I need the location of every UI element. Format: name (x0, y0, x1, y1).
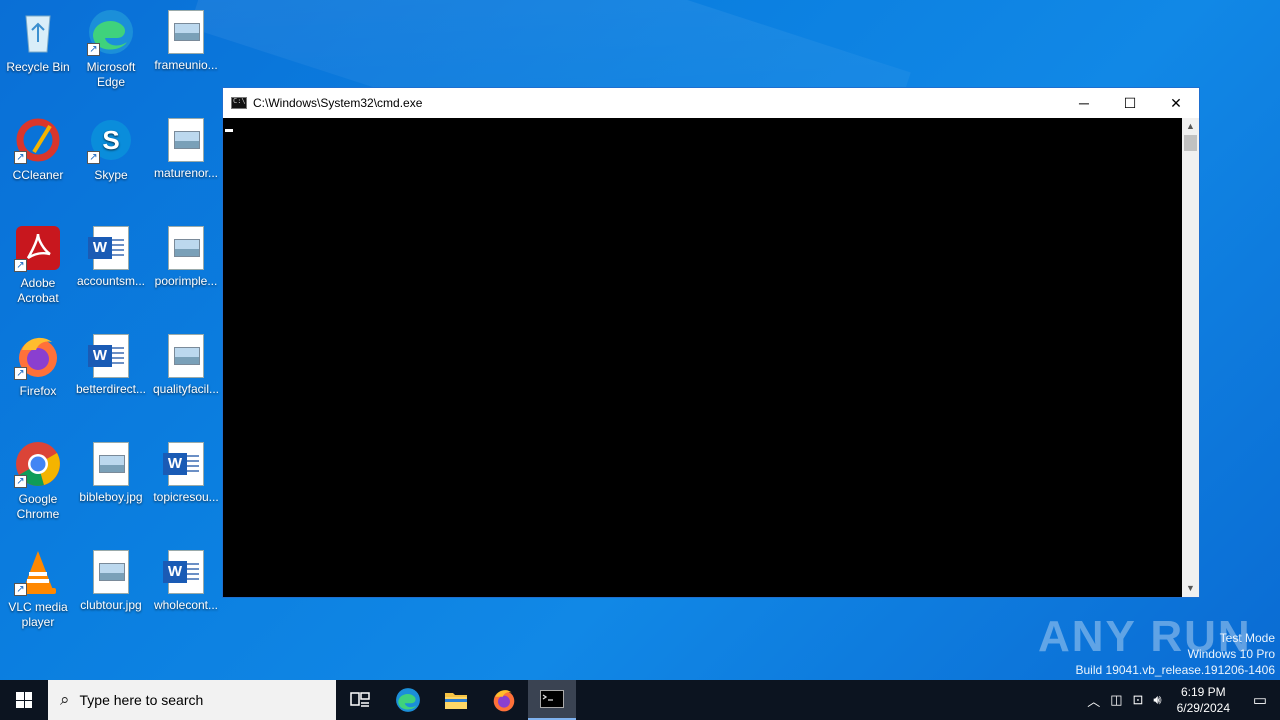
scroll-thumb[interactable] (1184, 135, 1197, 151)
icon-label: topicresou... (153, 490, 219, 504)
icon-label: accountsm... (76, 274, 146, 288)
start-button[interactable] (0, 680, 48, 720)
desktop-icon-adobe-acrobat[interactable]: ↗ Adobe Acrobat (0, 224, 76, 306)
icon-label: Adobe Acrobat (17, 276, 59, 305)
icon-label: Microsoft Edge (86, 60, 136, 89)
taskbar-firefox[interactable] (480, 680, 528, 720)
chrome-icon: ↗ (14, 440, 62, 488)
icon-label: clubtour.jpg (80, 598, 142, 612)
icon-label: VLC media player (8, 600, 68, 629)
window-titlebar[interactable]: C:\Windows\System32\cmd.exe ─ ☐ ✕ (223, 88, 1199, 118)
taskbar-edge[interactable] (384, 680, 432, 720)
meet-now-icon[interactable]: ◫ (1105, 692, 1127, 708)
taskbar-cmd[interactable] (528, 680, 576, 720)
icon-label: maturenor... (153, 166, 219, 180)
desktop-icon-vlc[interactable]: ↗ VLC media player (0, 548, 76, 630)
adobe-acrobat-icon: ↗ (14, 224, 62, 272)
search-box[interactable]: ⌕ Type here to search (48, 680, 336, 720)
icon-label: frameunio... (154, 58, 218, 72)
watermark-line: Test Mode (1219, 631, 1275, 645)
desktop-icon-firefox[interactable]: ↗ Firefox (0, 332, 76, 399)
clock[interactable]: 6:19 PM 6/29/2024 (1167, 684, 1240, 716)
taskbar-file-explorer[interactable] (432, 680, 480, 720)
volume-icon[interactable]: 🔊︎ (1148, 692, 1166, 708)
firefox-icon (493, 690, 515, 712)
clock-date: 6/29/2024 (1176, 701, 1230, 715)
word-document-icon: W (163, 550, 204, 594)
icon-label: Google Chrome (16, 492, 60, 521)
watermark-line: Build 19041.vb_release.191206-1406 (1075, 663, 1276, 677)
icon-label: Skype (94, 168, 128, 182)
desktop-icon-image-file[interactable]: poorimple... (148, 224, 224, 289)
vlc-icon: ↗ (14, 548, 62, 596)
ccleaner-icon: ↗ (14, 116, 62, 164)
desktop-icon-google-chrome[interactable]: ↗ Google Chrome (0, 440, 76, 522)
task-view-button[interactable] (336, 680, 384, 720)
cmd-window[interactable]: C:\Windows\System32\cmd.exe ─ ☐ ✕ ▲ ▼ (222, 87, 1200, 598)
word-document-icon: W (163, 442, 204, 486)
task-view-icon (350, 692, 370, 707)
icon-label: bibleboy.jpg (79, 490, 143, 504)
notification-icon[interactable]: ▭ (1240, 691, 1280, 709)
scroll-up-icon[interactable]: ▲ (1182, 118, 1199, 135)
edge-icon (396, 688, 420, 712)
window-title: C:\Windows\System32\cmd.exe (253, 96, 423, 110)
close-button[interactable]: ✕ (1153, 88, 1199, 118)
word-document-icon: W (88, 334, 129, 378)
icon-label: Recycle Bin (6, 60, 70, 74)
windows-logo-icon (16, 692, 32, 708)
network-icon[interactable]: ⊡ (1128, 692, 1149, 708)
desktop-icon-word-doc[interactable]: W wholecont... (148, 548, 224, 613)
icon-label: qualityfacil... (152, 382, 220, 396)
image-file-icon (168, 10, 204, 54)
image-file-icon (168, 226, 204, 270)
desktop-icon-image-file[interactable]: frameunio... (148, 8, 224, 73)
desktop-icon-image-file[interactable]: qualityfacil... (148, 332, 224, 397)
icon-label: wholecont... (153, 598, 219, 612)
image-file-icon (93, 550, 129, 594)
svg-text:S: S (102, 125, 119, 155)
clock-time: 6:19 PM (1180, 685, 1226, 699)
desktop-icon-word-doc[interactable]: W betterdirect... (73, 332, 149, 397)
desktop-icon-word-doc[interactable]: W accountsm... (73, 224, 149, 289)
desktop-icon-skype[interactable]: S ↗ Skype (73, 116, 149, 183)
chevron-up-icon[interactable]: ︿ (1082, 691, 1105, 710)
taskbar: ⌕ Type here to search ︿ ◫ ⊡ 🔊︎ 6:19 PM 6… (0, 680, 1280, 720)
folder-icon (445, 693, 467, 709)
cmd-app-icon[interactable] (231, 97, 247, 109)
search-icon: ⌕ (60, 690, 70, 709)
desktop-icon-image-file[interactable]: bibleboy.jpg (73, 440, 149, 505)
image-file-icon (168, 334, 204, 378)
recycle-bin-icon (14, 8, 62, 56)
firefox-icon: ↗ (14, 332, 62, 380)
desktop-icon-image-file[interactable]: maturenor... (148, 116, 224, 181)
system-tray: ︿ ◫ ⊡ 🔊︎ 6:19 PM 6/29/2024 ▭ (1082, 680, 1280, 720)
scroll-down-icon[interactable]: ▼ (1182, 580, 1199, 597)
desktop-icon-microsoft-edge[interactable]: ↗ Microsoft Edge (73, 8, 149, 90)
text-cursor (225, 129, 233, 132)
vertical-scrollbar[interactable]: ▲ ▼ (1182, 118, 1199, 597)
skype-icon: S ↗ (87, 116, 135, 164)
desktop-icon-image-file[interactable]: clubtour.jpg (73, 548, 149, 613)
image-file-icon (168, 118, 204, 162)
desktop-icon-word-doc[interactable]: W topicresou... (148, 440, 224, 505)
console-area[interactable] (223, 118, 1182, 597)
icon-label: poorimple... (154, 274, 218, 288)
icon-label: betterdirect... (75, 382, 147, 396)
desktop-icon-ccleaner[interactable]: ↗ CCleaner (0, 116, 76, 183)
edge-icon: ↗ (87, 8, 135, 56)
search-placeholder: Type here to search (79, 692, 204, 708)
cmd-icon (540, 690, 564, 708)
icon-label: CCleaner (12, 168, 64, 182)
maximize-button[interactable]: ☐ (1107, 88, 1153, 118)
minimize-button[interactable]: ─ (1061, 88, 1107, 118)
windows-watermark: Test Mode Windows 10 Pro Build 19041.vb_… (1076, 630, 1276, 678)
word-document-icon: W (88, 226, 129, 270)
icon-label: Firefox (19, 384, 57, 398)
watermark-line: Windows 10 Pro (1187, 647, 1275, 661)
desktop-icon-recycle-bin[interactable]: Recycle Bin (0, 8, 76, 75)
image-file-icon (93, 442, 129, 486)
